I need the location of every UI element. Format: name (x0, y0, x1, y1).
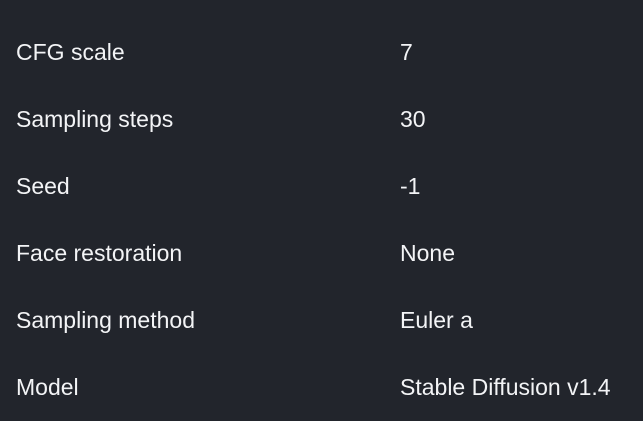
setting-value: None (400, 240, 455, 266)
setting-label: CFG scale (16, 39, 125, 65)
setting-row-sampling-method: Sampling method Euler a (0, 287, 643, 354)
setting-row-model: Model Stable Diffusion v1.4 (0, 354, 643, 421)
setting-label: Sampling steps (16, 106, 174, 132)
setting-label: Seed (16, 173, 70, 199)
setting-value: 7 (400, 39, 413, 65)
setting-value: 30 (400, 106, 426, 132)
setting-row-cfg-scale: CFG scale 7 (0, 19, 643, 86)
setting-row-seed: Seed -1 (0, 153, 643, 220)
settings-table: CFG scale 7 Sampling steps 30 Seed -1 Fa… (0, 0, 643, 417)
setting-row-sampling-steps: Sampling steps 30 (0, 86, 643, 153)
setting-label: Face restoration (16, 240, 183, 266)
setting-label: Sampling method (16, 307, 195, 333)
setting-value: Stable Diffusion v1.4 (400, 374, 611, 400)
setting-row-face-restoration: Face restoration None (0, 220, 643, 287)
setting-value: Euler a (400, 307, 473, 333)
setting-value: -1 (400, 173, 421, 199)
setting-label: Model (16, 374, 79, 400)
